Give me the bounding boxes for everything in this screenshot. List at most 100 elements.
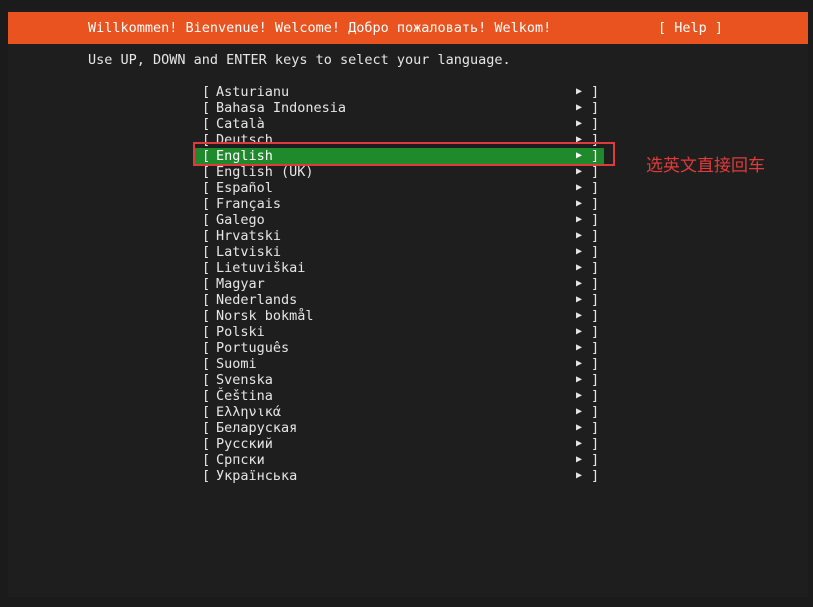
language-label: Suomi [216, 356, 257, 372]
header-title: Willkommen! Bienvenue! Welcome! Добро по… [88, 20, 552, 36]
language-option-asturianu[interactable]: [ Asturianu ▶] [194, 84, 604, 100]
language-option-portugu-s[interactable]: [Português ▶] [194, 340, 604, 356]
open-bracket: [ [202, 196, 211, 212]
language-option-[interactable]: [Беларуская ▶] [194, 420, 604, 436]
close-bracket: ] [591, 244, 600, 260]
language-option-latviski[interactable]: [Latviski ▶] [194, 244, 604, 260]
language-option-magyar[interactable]: [Magyar ▶] [194, 276, 604, 292]
language-label: Latviski [216, 244, 282, 260]
arrow-right-icon: ▶ [576, 86, 583, 97]
open-bracket: [ [202, 84, 211, 100]
close-bracket: ] [591, 100, 600, 116]
language-option-nederlands[interactable]: [Nederlands ▶] [194, 292, 604, 308]
arrow-right-icon: ▶ [576, 230, 583, 241]
language-label: Bahasa Indonesia [216, 100, 347, 116]
language-option-svenska[interactable]: [ Svenska ▶] [194, 372, 604, 388]
open-bracket: [ [202, 100, 211, 116]
language-option-espa-ol[interactable]: [Español ▶] [194, 180, 604, 196]
open-bracket: [ [202, 356, 211, 372]
help-button[interactable]: [ Help ] [658, 20, 723, 36]
language-option-[interactable]: [Ελληνικά ▶] [194, 404, 604, 420]
close-bracket: ] [591, 308, 600, 324]
language-label: Беларуская [216, 420, 298, 436]
arrow-right-icon: ▶ [576, 342, 583, 353]
open-bracket: [ [202, 404, 211, 420]
annotation-text: 选英文直接回车 [646, 156, 765, 176]
arrow-right-icon: ▶ [576, 454, 583, 465]
close-bracket: ] [591, 276, 600, 292]
language-option-polski[interactable]: [ Polski ▶] [194, 324, 604, 340]
language-option-[interactable]: [Русский ▶] [194, 436, 604, 452]
close-bracket: ] [591, 404, 600, 420]
language-option-[interactable]: [ Українська ▶] [194, 468, 604, 484]
open-bracket: [ [202, 388, 211, 404]
language-option-lietuvi-kai[interactable]: [Lietuviškai ▶] [194, 260, 604, 276]
close-bracket: ] [591, 116, 600, 132]
open-bracket: [ [202, 244, 211, 260]
close-bracket: ] [591, 228, 600, 244]
language-option-[interactable]: [Српски ▶] [194, 452, 604, 468]
language-option-catal[interactable]: [ Català ▶] [194, 116, 604, 132]
language-option-english-uk[interactable]: [English (UK) ▶] [194, 164, 604, 180]
close-bracket: ] [591, 84, 600, 100]
language-label: Lietuviškai [216, 260, 306, 276]
open-bracket: [ [202, 164, 211, 180]
open-bracket: [ [202, 436, 211, 452]
close-bracket: ] [591, 340, 600, 356]
language-label: Русский [216, 436, 273, 452]
language-label: Magyar [216, 276, 265, 292]
close-bracket: ] [591, 324, 600, 340]
language-option-e-tina[interactable]: [ Čeština ▶] [194, 388, 604, 404]
open-bracket: [ [202, 468, 211, 484]
language-label: Asturianu [216, 84, 290, 100]
open-bracket: [ [202, 180, 211, 196]
arrow-right-icon: ▶ [576, 358, 583, 369]
annotation-highlight-box [193, 142, 615, 166]
open-bracket: [ [202, 324, 211, 340]
close-bracket: ] [591, 196, 600, 212]
arrow-right-icon: ▶ [576, 198, 583, 209]
language-label: Српски [216, 452, 265, 468]
open-bracket: [ [202, 372, 211, 388]
language-option-bahasa-indonesia[interactable]: [Bahasa Indonesia ▶] [194, 100, 604, 116]
language-label: Svenska [216, 372, 273, 388]
arrow-right-icon: ▶ [576, 262, 583, 273]
open-bracket: [ [202, 292, 211, 308]
language-option-hrvatski[interactable]: [ Hrvatski ▶] [194, 228, 604, 244]
language-option-suomi[interactable]: [ Suomi ▶] [194, 356, 604, 372]
language-option-norsk-bokm-l[interactable]: [Norsk bokmål ▶] [194, 308, 604, 324]
language-label: Українська [216, 468, 298, 484]
language-option-galego[interactable]: [Galego ▶] [194, 212, 604, 228]
open-bracket: [ [202, 260, 211, 276]
close-bracket: ] [591, 212, 600, 228]
language-label: Polski [216, 324, 265, 340]
language-label: Hrvatski [216, 228, 282, 244]
arrow-right-icon: ▶ [576, 326, 583, 337]
open-bracket: [ [202, 228, 211, 244]
close-bracket: ] [591, 388, 600, 404]
open-bracket: [ [202, 116, 211, 132]
arrow-right-icon: ▶ [576, 294, 583, 305]
close-bracket: ] [591, 468, 600, 484]
close-bracket: ] [591, 436, 600, 452]
arrow-right-icon: ▶ [576, 390, 583, 401]
arrow-right-icon: ▶ [576, 166, 583, 177]
close-bracket: ] [591, 372, 600, 388]
arrow-right-icon: ▶ [576, 470, 583, 481]
arrow-right-icon: ▶ [576, 374, 583, 385]
header-bar: Willkommen! Bienvenue! Welcome! Добро по… [8, 12, 808, 44]
language-label: Català [216, 116, 265, 132]
close-bracket: ] [591, 356, 600, 372]
arrow-right-icon: ▶ [576, 406, 583, 417]
language-label: Español [216, 180, 273, 196]
open-bracket: [ [202, 212, 211, 228]
arrow-right-icon: ▶ [576, 182, 583, 193]
language-label: Français [216, 196, 282, 212]
open-bracket: [ [202, 452, 211, 468]
close-bracket: ] [591, 420, 600, 436]
language-label: Norsk bokmål [216, 308, 314, 324]
open-bracket: [ [202, 276, 211, 292]
arrow-right-icon: ▶ [576, 118, 583, 129]
language-label: Čeština [216, 388, 273, 404]
language-option-fran-ais[interactable]: [ Français ▶] [194, 196, 604, 212]
